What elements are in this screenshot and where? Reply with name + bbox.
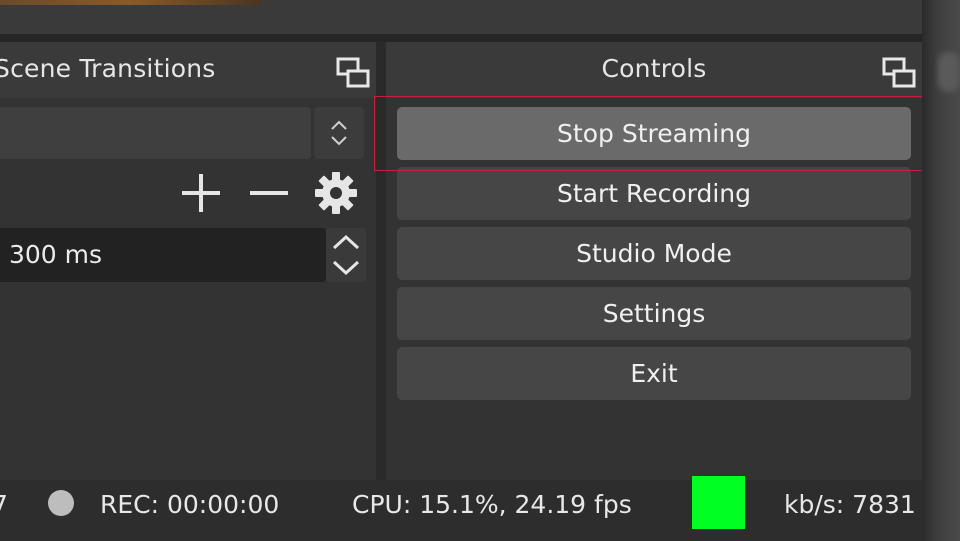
transition-select[interactable] [0, 107, 311, 159]
stop-streaming-button[interactable]: Stop Streaming [397, 107, 911, 160]
obs-window: Scene Transitions 300 ms Controls Stop S… [0, 0, 960, 541]
duration-input[interactable]: 300 ms [0, 228, 326, 282]
scene-transitions-dock: Scene Transitions 300 ms [0, 42, 376, 480]
rec-time: REC: 00:00:00 [100, 490, 280, 519]
dock-header: Scene Transitions [0, 42, 376, 98]
duration-value: 300 ms [9, 240, 103, 269]
preview-area [0, 0, 960, 34]
duration-stepper[interactable] [326, 228, 366, 282]
transition-properties-button[interactable] [313, 170, 359, 216]
stream-health-indicator [692, 476, 745, 529]
record-status-icon [48, 490, 74, 516]
studio-mode-button[interactable]: Studio Mode [397, 227, 911, 280]
bitrate: kb/s: 7831 [784, 490, 916, 519]
cpu-usage: CPU: 15.1%, 24.19 fps [352, 490, 632, 519]
plus-icon [182, 174, 220, 212]
window-edge-blob [938, 52, 960, 92]
add-transition-button[interactable] [178, 170, 224, 216]
undock-icon[interactable] [882, 56, 916, 90]
controls-dock: Controls Stop Streaming Start Recording … [386, 42, 922, 480]
status-bar: 7 REC: 00:00:00 CPU: 15.1%, 24.19 fps kb… [0, 476, 922, 541]
exit-button[interactable]: Exit [397, 347, 911, 400]
preview-image-edge [0, 0, 262, 5]
gear-icon [315, 172, 357, 214]
dock-splitter[interactable] [0, 34, 960, 42]
minus-icon [250, 191, 288, 195]
remove-transition-button[interactable] [246, 170, 292, 216]
dock-header: Controls [386, 42, 922, 98]
dropped-frames-text: 7 [0, 490, 8, 519]
settings-button[interactable]: Settings [397, 287, 911, 340]
start-recording-button[interactable]: Start Recording [397, 167, 911, 220]
transition-select-arrows[interactable] [314, 107, 364, 159]
dock-title: Scene Transitions [0, 54, 216, 83]
undock-icon[interactable] [336, 56, 370, 90]
dock-title: Controls [601, 54, 707, 83]
